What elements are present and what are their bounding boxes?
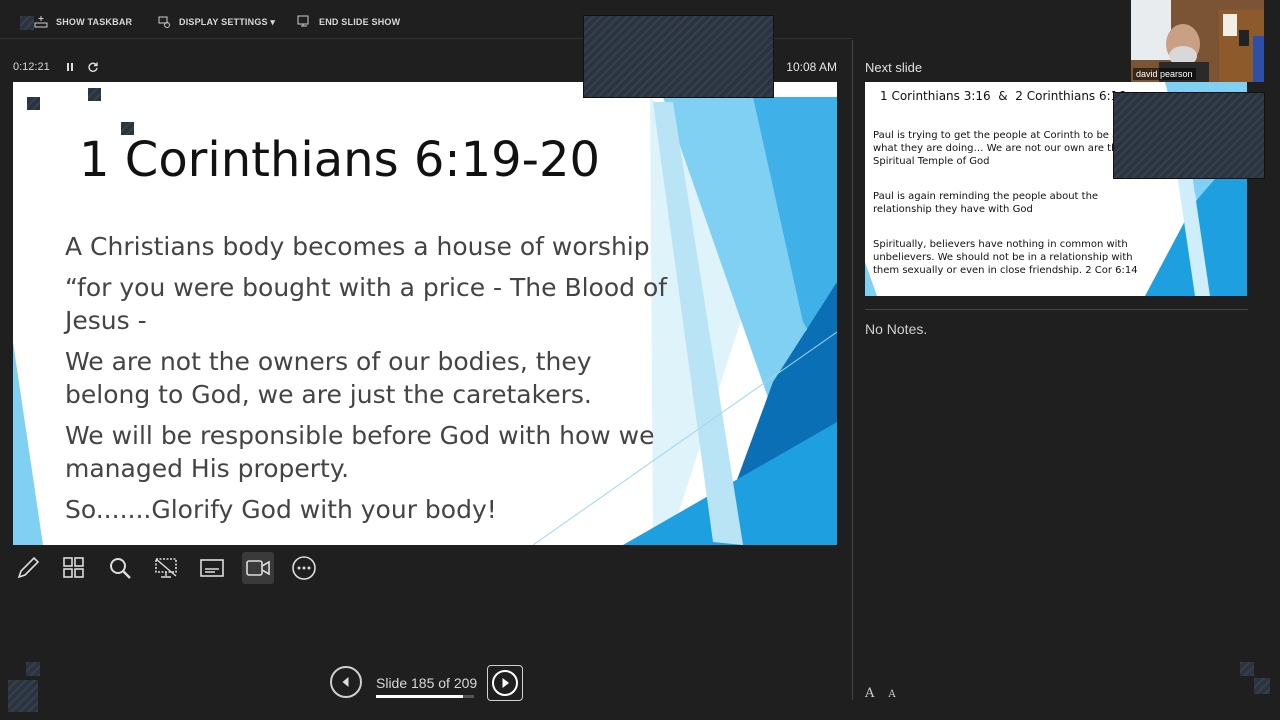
redaction-mark xyxy=(1240,662,1254,676)
redaction-mark xyxy=(121,122,134,135)
pane-divider[interactable] xyxy=(852,40,853,700)
redaction-mark xyxy=(27,97,40,110)
speaker-notes: No Notes. xyxy=(865,321,928,337)
next-slide-label: Next slide xyxy=(865,60,923,75)
show-taskbar-button[interactable]: SHOW TASKBAR xyxy=(34,14,132,30)
participant-name: david pearson xyxy=(1133,68,1196,80)
next-ring xyxy=(492,670,518,696)
camera-icon xyxy=(246,560,270,576)
next-slide-body: Paul is trying to get the people at Cori… xyxy=(873,129,1143,296)
see-all-slides-button[interactable] xyxy=(58,552,90,584)
next-slide-button[interactable] xyxy=(487,665,523,701)
grid-slides-icon xyxy=(63,557,84,578)
notes-divider xyxy=(865,309,1248,310)
slide-counter: Slide 185 of 209 xyxy=(376,675,478,691)
magnifier-icon xyxy=(110,558,131,579)
more-options-button[interactable] xyxy=(288,552,320,584)
show-taskbar-label: SHOW TASKBAR xyxy=(56,17,133,27)
taskbar-icon xyxy=(34,16,48,28)
previous-slide-button[interactable] xyxy=(330,666,362,698)
pen-tool-button[interactable] xyxy=(12,552,44,584)
end-show-icon xyxy=(297,15,309,27)
slide-progress-fill xyxy=(376,695,463,698)
display-settings-button[interactable]: DISPLAY SETTINGS ▾ xyxy=(157,14,275,30)
slide-line: We are not the owners of our bodies, the… xyxy=(65,347,592,409)
current-slide: 1 Corinthians 6:19-20 A Christians body … xyxy=(13,82,837,545)
redaction-mark xyxy=(20,16,34,30)
screen-off-icon xyxy=(155,558,177,578)
presenter-tools xyxy=(12,552,320,586)
slide-progress-bar xyxy=(376,695,474,698)
slide-title: 1 Corinthians 6:19-20 xyxy=(79,132,601,188)
slide-body: A Christians body becomes a house of wor… xyxy=(65,230,675,534)
restart-timer-icon[interactable] xyxy=(86,60,100,74)
chevron-right-icon xyxy=(502,678,509,688)
increase-font-button[interactable]: A xyxy=(865,686,874,701)
pause-icon[interactable] xyxy=(63,60,77,74)
camera-button[interactable] xyxy=(242,552,274,584)
more-icon xyxy=(292,556,316,580)
chevron-left-icon xyxy=(342,677,349,687)
next-slide-title: 1 Corinthians 3:16 & 2 Corinthians 6:16 xyxy=(880,89,1126,103)
redaction-mark xyxy=(8,680,38,712)
pen-icon xyxy=(17,556,40,579)
decrease-font-button[interactable]: A xyxy=(888,686,895,701)
redaction-block xyxy=(583,15,774,98)
display-settings-icon xyxy=(158,16,170,28)
clock: 10:08 AM xyxy=(786,60,837,74)
redaction-block xyxy=(1113,92,1265,179)
next-slide-line: Spiritually, believers have nothing in c… xyxy=(873,239,1138,276)
end-slide-show-label: END SLIDE SHOW xyxy=(319,17,401,27)
subtitles-icon xyxy=(200,559,224,577)
black-screen-button[interactable] xyxy=(150,552,182,584)
redaction-mark xyxy=(1254,678,1270,694)
next-slide-line: Paul is trying to get the people at Cori… xyxy=(873,130,1141,167)
participant-video: david pearson xyxy=(1131,0,1264,82)
display-settings-label: DISPLAY SETTINGS ▾ xyxy=(179,16,276,27)
elapsed-timer: 0:12:21 xyxy=(13,61,50,73)
slide-line: “for you were bought with a price - The … xyxy=(65,273,668,335)
end-slide-show-button[interactable]: END SLIDE SHOW xyxy=(297,14,400,30)
notes-font-controls: A A xyxy=(865,686,896,701)
redaction-mark xyxy=(88,88,101,101)
zoom-button[interactable] xyxy=(104,552,136,584)
redaction-mark xyxy=(26,662,40,676)
slide-line: So.......Glorify God with your body! xyxy=(65,495,497,524)
next-slide-line: Paul is again reminding the people about… xyxy=(873,191,1099,215)
slide-line: A Christians body becomes a house of wor… xyxy=(65,232,650,261)
subtitles-button[interactable] xyxy=(196,552,228,584)
slide-line: We will be responsible before God with h… xyxy=(65,421,655,483)
